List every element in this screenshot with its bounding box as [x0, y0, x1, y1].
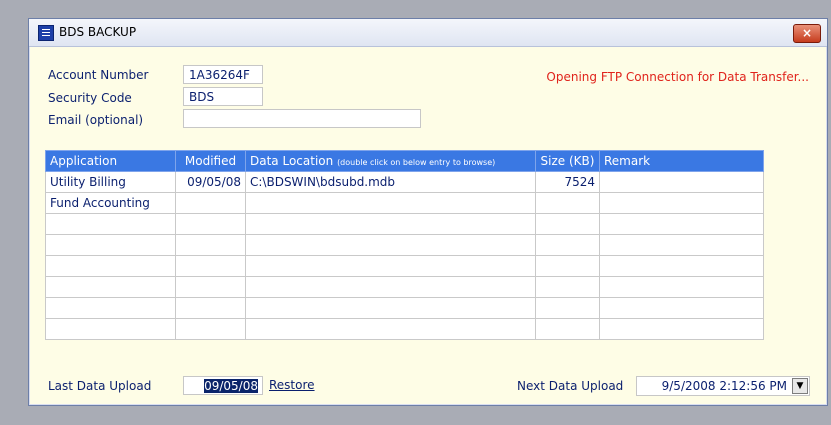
cell-data-location[interactable]: C:\BDSWIN\bdsubd.mdb: [245, 171, 536, 193]
app-icon: [38, 25, 54, 41]
security-code-label: Security Code: [48, 91, 132, 105]
chevron-down-icon[interactable]: ▼: [792, 378, 808, 394]
table-row[interactable]: [45, 276, 764, 298]
cell-modified[interactable]: [175, 276, 246, 298]
next-data-upload-picker[interactable]: 9/5/2008 2:12:56 PM ▼: [636, 376, 810, 396]
cell-data-location[interactable]: [245, 297, 536, 319]
cell-size[interactable]: [535, 276, 600, 298]
cell-size[interactable]: 7524: [535, 171, 600, 193]
window-title: BDS BACKUP: [59, 25, 137, 39]
cell-data-location[interactable]: [245, 234, 536, 256]
security-code-field[interactable]: BDS: [183, 87, 263, 106]
cell-modified[interactable]: [175, 297, 246, 319]
cell-size[interactable]: [535, 255, 600, 277]
table-row[interactable]: [45, 318, 764, 340]
bds-backup-window: BDS BACKUP × Account Number 1A36264F Sec…: [28, 18, 828, 406]
status-message: Opening FTP Connection for Data Transfer…: [546, 70, 809, 84]
table-row[interactable]: Fund Accounting: [45, 192, 764, 214]
restore-link[interactable]: Restore: [269, 378, 315, 392]
close-button[interactable]: ×: [793, 24, 821, 43]
cell-modified[interactable]: 09/05/08: [175, 171, 246, 193]
data-location-label: Data Location: [250, 154, 334, 168]
cell-application[interactable]: Utility Billing: [45, 171, 176, 193]
cell-remark[interactable]: [599, 276, 764, 298]
cell-data-location[interactable]: [245, 192, 536, 214]
cell-modified[interactable]: [175, 213, 246, 235]
last-data-upload-value: 09/05/08: [204, 379, 258, 393]
cell-modified[interactable]: [175, 255, 246, 277]
account-number-label: Account Number: [48, 68, 149, 82]
table-header-row: Application Modified Data Location (doub…: [45, 150, 764, 172]
title-bar[interactable]: BDS BACKUP ×: [29, 19, 827, 47]
cell-modified[interactable]: [175, 192, 246, 214]
cell-remark[interactable]: [599, 234, 764, 256]
cell-remark[interactable]: [599, 213, 764, 235]
cell-application[interactable]: [45, 234, 176, 256]
column-header-modified[interactable]: Modified: [175, 150, 246, 172]
cell-size[interactable]: [535, 234, 600, 256]
cell-application[interactable]: [45, 297, 176, 319]
cell-size[interactable]: [535, 213, 600, 235]
email-field[interactable]: [183, 109, 421, 128]
column-header-remark[interactable]: Remark: [599, 150, 764, 172]
cell-remark[interactable]: [599, 255, 764, 277]
cell-application[interactable]: [45, 255, 176, 277]
next-data-upload-value: 9/5/2008 2:12:56 PM: [661, 379, 787, 393]
table-row[interactable]: [45, 297, 764, 319]
cell-remark[interactable]: [599, 297, 764, 319]
table-row[interactable]: Utility Billing 09/05/08 C:\BDSWIN\bdsub…: [45, 171, 764, 193]
cell-data-location[interactable]: [245, 318, 536, 340]
cell-size[interactable]: [535, 318, 600, 340]
column-header-size[interactable]: Size (KB): [535, 150, 600, 172]
email-label: Email (optional): [48, 113, 144, 127]
cell-data-location[interactable]: [245, 255, 536, 277]
cell-remark[interactable]: [599, 318, 764, 340]
next-data-upload-label: Next Data Upload: [517, 379, 624, 393]
cell-data-location[interactable]: [245, 213, 536, 235]
cell-modified[interactable]: [175, 234, 246, 256]
cell-application[interactable]: Fund Accounting: [45, 192, 176, 214]
application-table: Application Modified Data Location (doub…: [45, 150, 764, 340]
cell-modified[interactable]: [175, 318, 246, 340]
cell-application[interactable]: [45, 213, 176, 235]
account-number-field[interactable]: 1A36264F: [183, 65, 263, 84]
table-row[interactable]: [45, 255, 764, 277]
table-row[interactable]: [45, 213, 764, 235]
cell-application[interactable]: [45, 318, 176, 340]
last-data-upload-field[interactable]: 09/05/08: [183, 376, 263, 395]
last-data-upload-label: Last Data Upload: [48, 379, 152, 393]
cell-remark[interactable]: [599, 171, 764, 193]
data-location-hint: (double click on below entry to browse): [337, 158, 496, 167]
cell-data-location[interactable]: [245, 276, 536, 298]
column-header-data-location[interactable]: Data Location (double click on below ent…: [245, 150, 536, 172]
cell-size[interactable]: [535, 297, 600, 319]
cell-application[interactable]: [45, 276, 176, 298]
table-row[interactable]: [45, 234, 764, 256]
cell-size[interactable]: [535, 192, 600, 214]
column-header-application[interactable]: Application: [45, 150, 176, 172]
cell-remark[interactable]: [599, 192, 764, 214]
